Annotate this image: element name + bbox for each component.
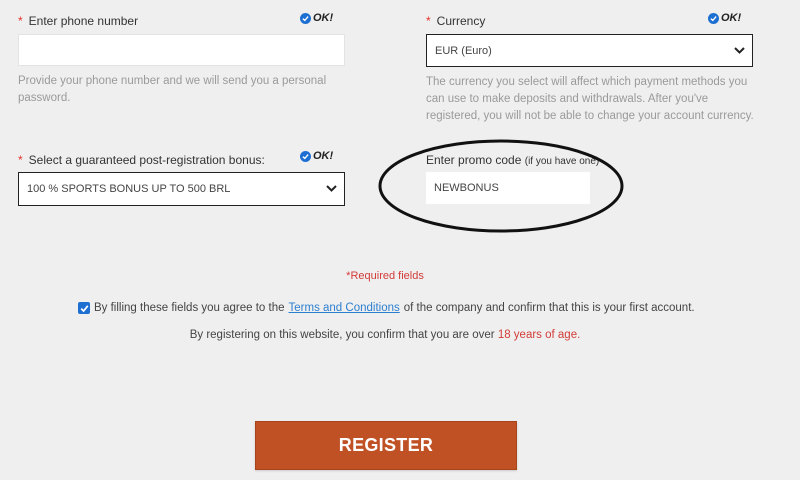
currency-label-group: * Currency: [426, 14, 485, 28]
required-asterisk: *: [18, 153, 23, 167]
check-circle-icon: [300, 12, 311, 24]
bonus-label: Select a guaranteed post-registration bo…: [28, 153, 265, 167]
required-fields-note: *Required fields: [346, 270, 424, 282]
chevron-down-icon: [326, 183, 337, 195]
chevron-down-icon: [734, 45, 745, 57]
bonus-select[interactable]: 100 % SPORTS BONUS UP TO 500 BRL: [18, 172, 345, 206]
agreement-checkbox[interactable]: [78, 302, 90, 314]
phone-label: Enter phone number: [28, 14, 139, 28]
check-circle-icon: [300, 150, 311, 162]
highlight-ellipse: [378, 139, 624, 233]
required-asterisk: *: [426, 14, 431, 28]
age-notice-text: By registering on this website, you conf…: [189, 329, 495, 341]
checkbox-checked-icon: [80, 304, 88, 312]
currency-select[interactable]: EUR (Euro): [426, 34, 753, 67]
currency-selected-value: EUR (Euro): [435, 44, 492, 57]
phone-ok-text: OK!: [313, 12, 334, 24]
bonus-ok-badge: OK!: [300, 150, 333, 162]
currency-label: Currency: [436, 14, 486, 28]
bonus-ok-text: OK!: [313, 150, 334, 162]
phone-input[interactable]: [18, 34, 345, 66]
currency-ok-badge: OK!: [708, 12, 741, 24]
agreement-text-before: By filling these fields you agree to the: [94, 302, 285, 314]
bonus-label-group: * Select a guaranteed post-registration b…: [18, 153, 265, 167]
check-circle-icon: [708, 12, 719, 24]
terms-link[interactable]: Terms and Conditions: [289, 302, 400, 314]
required-asterisk: *: [18, 14, 23, 28]
age-notice: By registering on this website, you conf…: [0, 329, 770, 341]
currency-ok-text: OK!: [721, 12, 742, 24]
currency-hint: The currency you select will affect whic…: [426, 76, 754, 122]
register-button[interactable]: REGISTER: [255, 421, 517, 470]
bonus-selected-value: 100 % SPORTS BONUS UP TO 500 BRL: [27, 183, 231, 195]
agreement-text-after: of the company and confirm that this is …: [403, 302, 695, 314]
phone-hint: Provide your phone number and we will se…: [18, 75, 327, 104]
phone-label-group: * Enter phone number: [18, 14, 138, 28]
age-highlight: 18 years of age.: [497, 329, 581, 341]
agreement-row: By filling these fields you agree to the…: [78, 302, 695, 314]
phone-ok-badge: OK!: [300, 12, 333, 24]
